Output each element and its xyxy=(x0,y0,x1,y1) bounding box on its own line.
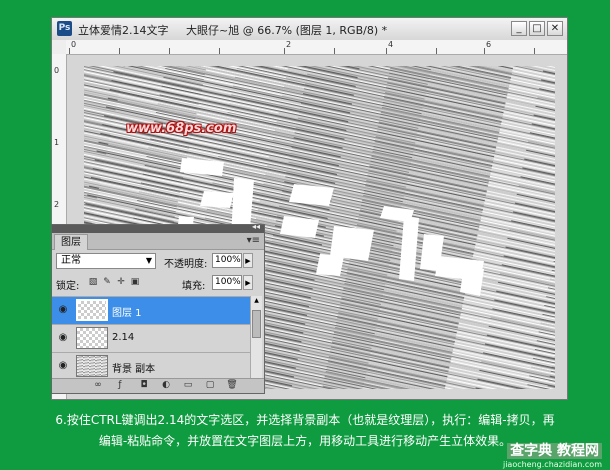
collapse-icon[interactable]: ◂◂ xyxy=(252,225,260,231)
window-buttons: _ □ ✕ xyxy=(511,21,563,36)
layers-panel: ◂◂ 图层 ▾≡ 正常 ▼ 不透明度: 100% ▶ 锁定: ▧ ✎ ✛ ▣ 填… xyxy=(51,224,265,394)
ruler-corner[interactable] xyxy=(52,40,67,55)
layer-style-icon[interactable]: ƒ xyxy=(114,380,126,390)
fill-input[interactable]: 100% xyxy=(212,275,242,290)
ruler-label: 0 xyxy=(54,66,60,75)
site-logo-text: 查字典 教程网 xyxy=(507,443,602,459)
lock-image-icon[interactable]: ✎ xyxy=(102,277,112,287)
layers-scrollbar[interactable]: ▲ xyxy=(250,296,262,380)
minimize-button[interactable]: _ xyxy=(511,21,527,36)
layer-name: 图层 1 xyxy=(112,308,142,319)
adjustment-layer-icon[interactable]: ◐ xyxy=(160,380,172,390)
opacity-label: 不透明度: xyxy=(164,259,208,270)
panel-menu-icon[interactable]: ▾≡ xyxy=(247,235,260,246)
eye-icon[interactable]: ◉ xyxy=(55,358,71,374)
caption-line-1: 6.按住CTRL键调出2.14的文字选区，并选择背景副本（也就是纹理层），执行：… xyxy=(55,413,555,427)
ruler-label: 0 xyxy=(71,40,77,49)
fill-arrow-icon[interactable]: ▶ xyxy=(243,275,253,290)
title-bar[interactable]: Ps 立体爱情2.14文字 大眼仔~旭 @ 66.7% (图层 1, RGB/8… xyxy=(52,18,567,41)
blend-mode-select[interactable]: 正常 ▼ xyxy=(56,253,156,269)
layer-row[interactable]: ◉ 图层 1 xyxy=(52,296,252,324)
ruler-label: 2 xyxy=(54,200,60,209)
ruler-label: 2 xyxy=(286,40,292,49)
lock-all-icon[interactable]: ▣ xyxy=(130,277,140,287)
lock-transparent-icon[interactable]: ▧ xyxy=(88,277,98,287)
panel-footer: ∞ ƒ ◘ ◐ ▭ ▢ 🗑 xyxy=(52,378,264,393)
site-logo: 查字典 教程网 jiaocheng.chazidian.com xyxy=(503,440,602,469)
horizontal-ruler[interactable]: 0 2 4 6 xyxy=(66,40,567,55)
opacity-input[interactable]: 100% xyxy=(212,253,242,268)
lock-label: 锁定: xyxy=(56,281,80,292)
document-title: 立体爱情2.14文字 xyxy=(78,24,169,37)
new-layer-icon[interactable]: ▢ xyxy=(204,380,216,390)
layer-row[interactable]: ◉ 2.14 xyxy=(52,324,252,352)
ruler-label: 6 xyxy=(486,40,492,49)
maximize-button[interactable]: □ xyxy=(529,21,545,36)
new-group-icon[interactable]: ▭ xyxy=(182,380,194,390)
fill-label: 填充: xyxy=(182,281,206,292)
close-button[interactable]: ✕ xyxy=(547,21,563,36)
opacity-arrow-icon[interactable]: ▶ xyxy=(243,253,253,268)
eye-icon[interactable]: ◉ xyxy=(55,330,71,346)
trash-icon[interactable]: 🗑 xyxy=(226,380,238,390)
chevron-down-icon: ▼ xyxy=(145,256,152,265)
photoshop-icon: Ps xyxy=(57,21,72,36)
watermark-text: www.68ps.com xyxy=(126,121,237,136)
layer-name: 2.14 xyxy=(112,332,135,343)
layer-thumbnail xyxy=(76,327,108,349)
ruler-label: 1 xyxy=(54,138,60,147)
site-url: jiaocheng.chazidian.com xyxy=(502,460,602,469)
tab-layers[interactable]: 图层 xyxy=(54,234,88,250)
lock-position-icon[interactable]: ✛ xyxy=(116,277,126,287)
link-layers-icon[interactable]: ∞ xyxy=(92,380,104,390)
layer-thumbnail xyxy=(76,355,108,377)
layer-thumbnail xyxy=(76,299,108,321)
eye-icon[interactable]: ◉ xyxy=(55,302,71,318)
layer-name: 背景 副本 xyxy=(112,364,156,375)
ruler-label: 4 xyxy=(388,40,394,49)
scroll-thumb[interactable] xyxy=(252,310,261,338)
scroll-up-icon[interactable]: ▲ xyxy=(251,296,262,306)
blend-mode-value: 正常 xyxy=(61,255,81,266)
document-status: 大眼仔~旭 @ 66.7% (图层 1, RGB/8) * xyxy=(185,24,388,37)
layer-mask-icon[interactable]: ◘ xyxy=(138,380,150,390)
layer-row[interactable]: ◉ 背景 副本 xyxy=(52,352,252,380)
panel-header[interactable]: ◂◂ xyxy=(52,225,264,233)
